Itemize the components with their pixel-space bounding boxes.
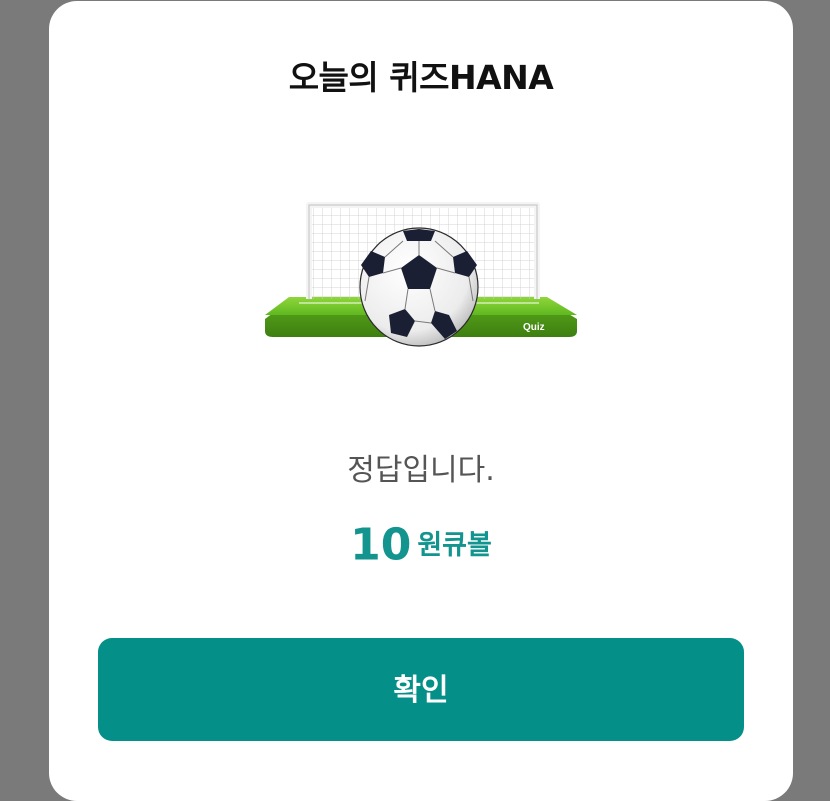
dialog-title: 오늘의 퀴즈HANA	[288, 58, 554, 97]
soccer-ball-icon	[359, 227, 479, 347]
soccer-goal-illustration: Quiz	[265, 202, 577, 347]
quiz-result-dialog: 오늘의 퀴즈HANA Quiz 정답입니다. 10 원큐볼 확인	[49, 1, 793, 801]
quiz-tag: Quiz	[523, 322, 545, 333]
result-message: 정답입니다.	[347, 453, 495, 488]
reward-unit: 원큐볼	[417, 529, 492, 561]
confirm-button[interactable]: 확인	[98, 638, 744, 741]
reward-display: 10 원큐볼	[49, 517, 793, 574]
reward-amount: 10	[350, 519, 412, 571]
